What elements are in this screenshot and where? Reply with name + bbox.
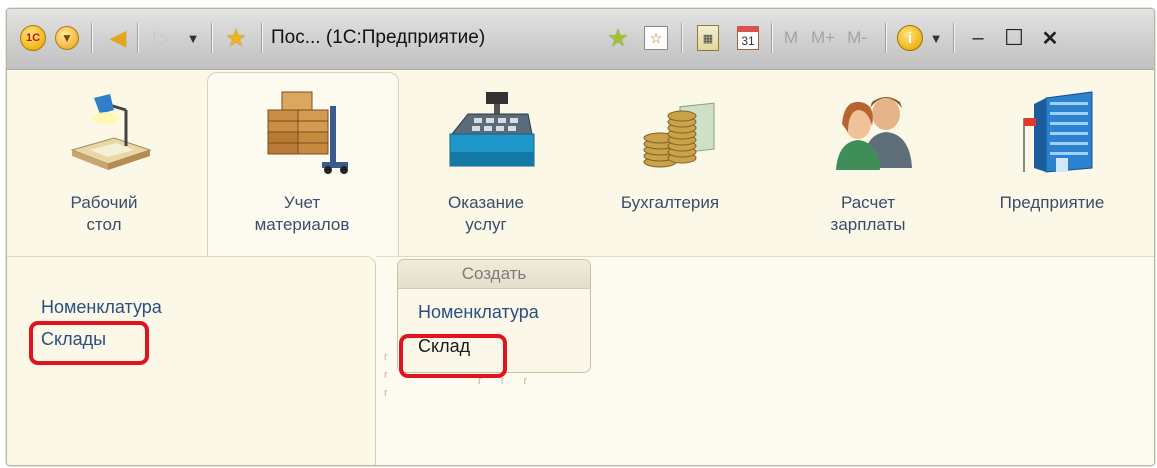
main-menu-icon[interactable]: ▼ [53,23,81,53]
forward-arrow-icon[interactable]: ▷ [147,23,177,53]
calendar-day: 31 [737,26,759,50]
separator [261,23,262,53]
highlight-warehouse-frame [399,334,507,378]
section-services[interactable]: Оказание услуг [401,70,571,256]
add-favorite-star-icon[interactable]: ★ [601,23,635,53]
bookmark-icon[interactable]: ☆ [641,23,671,53]
separator [211,23,212,53]
separator [953,23,954,53]
cash-register-icon [449,92,535,167]
warehouse-boxes-icon [267,91,348,174]
calendar-icon[interactable]: 31 [733,23,763,53]
section-label: Бухгалтерия [620,193,720,212]
memory-subtract-button[interactable]: M- [841,23,873,53]
section-desktop[interactable]: Рабочий стол [19,70,189,256]
app-window: 1С ▼ ◀ ▷ ▼ ★ Пос... (1С:Предприятие) ★ ☆… [6,8,1155,466]
section-label: Рабочий стол [70,193,138,234]
separator [885,23,886,53]
splitter-dots: r [384,369,396,381]
separator [137,23,138,53]
memory-m-button[interactable]: M [779,23,803,53]
favorites-star-icon[interactable]: ★ [219,23,253,53]
calculator-icon[interactable]: ▦ [693,23,723,53]
section-accounting[interactable]: Бухгалтерия [585,70,755,256]
create-nomenclature-link[interactable]: Номенклатура [418,302,539,323]
nav-link-nomenclature[interactable]: Номенклатура [41,297,162,318]
navigation-panel: Номенклатура Склады [7,256,376,465]
section-payroll[interactable]: Расчет зарплаты [783,70,953,256]
minimize-icon[interactable]: – [963,23,993,53]
app-logo-text: 1С [20,25,46,51]
history-dropdown-icon[interactable]: ▼ [183,23,203,53]
create-panel-header: Создать [398,260,590,289]
section-label: Расчет зарплаты [830,193,906,234]
maximize-icon[interactable]: ☐ [999,23,1029,53]
close-icon[interactable]: ✕ [1035,23,1065,53]
app-logo-icon[interactable]: 1С [19,23,47,53]
splitter-dots: r [384,387,396,399]
splitter-dots: r [384,351,396,363]
sections-panel: Рабочий стол Учет материалов Оказание ус… [7,70,1154,259]
section-materials[interactable]: Учет материалов [217,70,387,256]
calculator-glyph-icon: ▦ [697,25,719,51]
desk-lamp-icon [70,94,152,170]
window-title: Пос... (1С:Предприятие) [271,27,486,48]
info-dropdown-icon[interactable]: ▼ [927,23,945,53]
separator [91,23,92,53]
section-label: Учет материалов [254,193,350,234]
info-glyph: i [897,25,923,51]
highlight-warehouses-frame [29,321,149,365]
section-label: Предприятие [999,193,1105,212]
title-bar: 1С ▼ ◀ ▷ ▼ ★ Пос... (1С:Предприятие) ★ ☆… [7,9,1154,70]
coins-icon [643,102,715,168]
section-label: Оказание услуг [448,193,524,234]
separator [681,23,682,53]
separator [771,23,772,53]
employees-icon [836,97,912,170]
memory-add-button[interactable]: M+ [807,23,839,53]
info-icon[interactable]: i [895,23,925,53]
section-enterprise[interactable]: Предприятие [967,70,1137,256]
building-icon [1023,91,1093,173]
bookmark-star-icon: ☆ [644,26,668,50]
back-arrow-icon[interactable]: ◀ [103,23,133,53]
chevron-down-icon: ▼ [55,26,79,50]
